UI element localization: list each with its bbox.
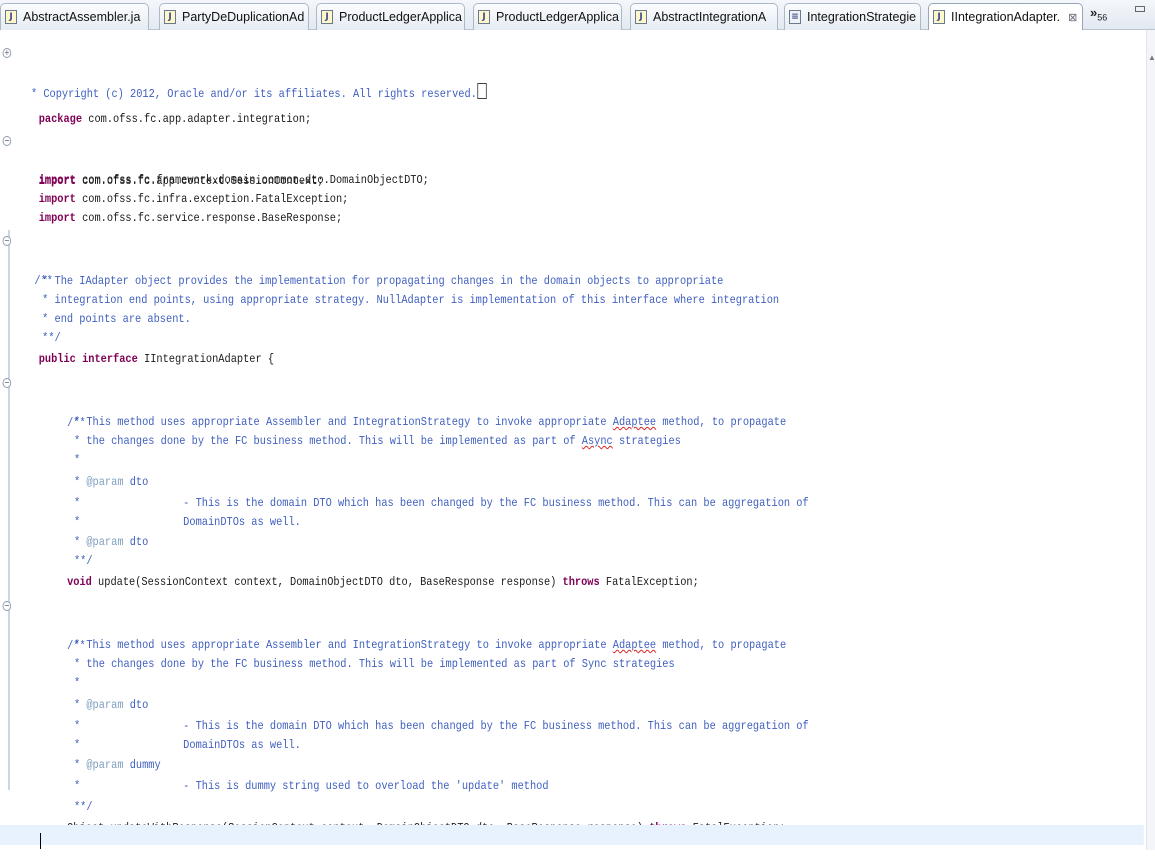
package-name: com.ofss.fc.app.adapter.integration; — [88, 112, 312, 126]
code-line: void update(SessionContext context, Doma… — [0, 552, 1144, 589]
code-line: * - This is dummy string used to overload… — [0, 756, 1144, 793]
java-file-icon: J — [933, 10, 945, 24]
code-line: − /** — [0, 373, 1144, 430]
scroll-up-icon[interactable]: ▲ — [1148, 53, 1155, 62]
tab-party-deduplication[interactable]: J PartyDeDuplicationAd — [159, 3, 309, 30]
close-icon[interactable]: ⊠ — [1068, 11, 1077, 24]
tab-overflow-button[interactable]: »56 — [1090, 5, 1107, 23]
code-line: * the changes done by the FC business me… — [0, 411, 1144, 448]
code-line: * — [0, 653, 1144, 690]
tab-label: ProductLedgerApplica — [496, 10, 619, 24]
code-line: − /** — [0, 231, 1144, 288]
code-line: Object updateWithResponse(SessionContext… — [0, 798, 1144, 835]
code-line: * @param dto — [73, 475, 149, 489]
code-line: * - This is the domain DTO which has been… — [0, 473, 1144, 510]
tab-product-ledger-2[interactable]: J ProductLedgerApplica — [473, 3, 622, 30]
tab-label: IntegrationStrategie — [807, 10, 917, 24]
code-line: * DomainDTOs as well. — [0, 492, 1144, 529]
java-file-icon: J — [635, 10, 647, 24]
code-line: + * Copyright (c) 2012, Oracle and/or it… — [0, 43, 1144, 101]
java-file-icon: J — [5, 10, 17, 24]
code-editor[interactable]: ▲ + * Copyright (c) 2012, Oracle and/or … — [0, 30, 1155, 850]
keyword-package: package — [38, 112, 83, 126]
tab-iintegration-adapter[interactable]: J IIntegrationAdapter. ⊠ — [928, 3, 1083, 30]
keyword-interface: interface — [82, 352, 138, 366]
tab-abstract-integration[interactable]: J AbstractIntegrationA — [630, 3, 778, 30]
code-line: * @param dto — [73, 698, 149, 712]
import-statement: com.ofss.fc.service.response.BaseRespons… — [82, 211, 343, 225]
code-line: **/ — [0, 777, 1144, 814]
keyword-import: import — [38, 211, 76, 225]
code-line: import com.ofss.fc.framework.domain.comm… — [0, 150, 1144, 187]
keyword-void: void — [67, 575, 92, 589]
java-file-icon: J — [321, 10, 333, 24]
tab-label: AbstractAssembler.ja — [23, 10, 141, 24]
tab-integration-strategies[interactable]: ≡ IntegrationStrategie — [784, 3, 921, 30]
exception-type: FatalException; — [605, 575, 699, 589]
keyword-throws: throws — [562, 575, 600, 589]
code-line: * - This is the domain DTO which has been… — [0, 696, 1144, 733]
expand-fold-icon[interactable]: + — [2, 48, 12, 58]
code-line: **/ — [0, 308, 1144, 345]
code-line: * — [0, 430, 1144, 467]
minimize-icon[interactable] — [1135, 6, 1145, 12]
tab-label: IIntegrationAdapter. — [951, 10, 1061, 24]
code-line: * This method uses appropriate Assembler… — [0, 392, 1144, 429]
collapse-fold-icon[interactable]: − — [2, 378, 12, 388]
code-line: **/ — [0, 531, 1144, 568]
tab-product-ledger-1[interactable]: J ProductLedgerApplica — [316, 3, 465, 30]
overview-ruler[interactable] — [1146, 30, 1155, 850]
collapse-fold-icon[interactable]: − — [2, 601, 12, 611]
code-line: * @param dto — [73, 535, 149, 549]
current-line-highlight — [0, 825, 1144, 845]
code-line: * @param dummy — [73, 758, 161, 772]
code-line: package com.ofss.fc.app.adapter.integrat… — [0, 89, 1144, 126]
keyword-public: public — [38, 352, 76, 366]
code-line: * The IAdapter object provides the imple… — [0, 251, 1144, 288]
interface-name: IIntegrationAdapter { — [143, 352, 275, 366]
java-file-icon: J — [164, 10, 176, 24]
code-line: * integration end points, using appropri… — [0, 270, 1144, 307]
java-file-icon: J — [478, 10, 490, 24]
code-line: import com.ofss.fc.infra.exception.Fatal… — [0, 169, 1144, 206]
code-line: * This method uses appropriate Assembler… — [0, 615, 1144, 652]
code-line: − import com.ofss.fc.app.context.Session… — [0, 131, 1144, 188]
code-line: public interface IIntegrationAdapter { — [0, 329, 1144, 366]
text-cursor — [40, 833, 41, 849]
tab-abstract-assembler[interactable]: J AbstractAssembler.ja — [0, 3, 149, 30]
hidden-tab-count: 56 — [1097, 12, 1108, 23]
code-line: import com.ofss.fc.service.response.Base… — [0, 188, 1144, 225]
tab-label: PartyDeDuplicationAd — [182, 10, 305, 24]
tab-label: AbstractIntegrationA — [653, 10, 767, 24]
collapse-fold-icon[interactable]: − — [2, 236, 12, 246]
code-line: * end points are absent. — [0, 289, 1144, 326]
method-signature: update(SessionContext context, DomainObj… — [98, 575, 557, 589]
collapse-fold-icon[interactable]: − — [2, 136, 12, 146]
file-icon: ≡ — [789, 10, 801, 24]
code-line: − /** — [0, 596, 1144, 653]
tab-label: ProductLedgerApplica — [339, 10, 462, 24]
editor-tab-bar: J AbstractAssembler.ja J PartyDeDuplicat… — [0, 0, 1155, 30]
code-line: * DomainDTOs as well. — [0, 715, 1144, 752]
code-line: * the changes done by the FC business me… — [0, 634, 1144, 671]
